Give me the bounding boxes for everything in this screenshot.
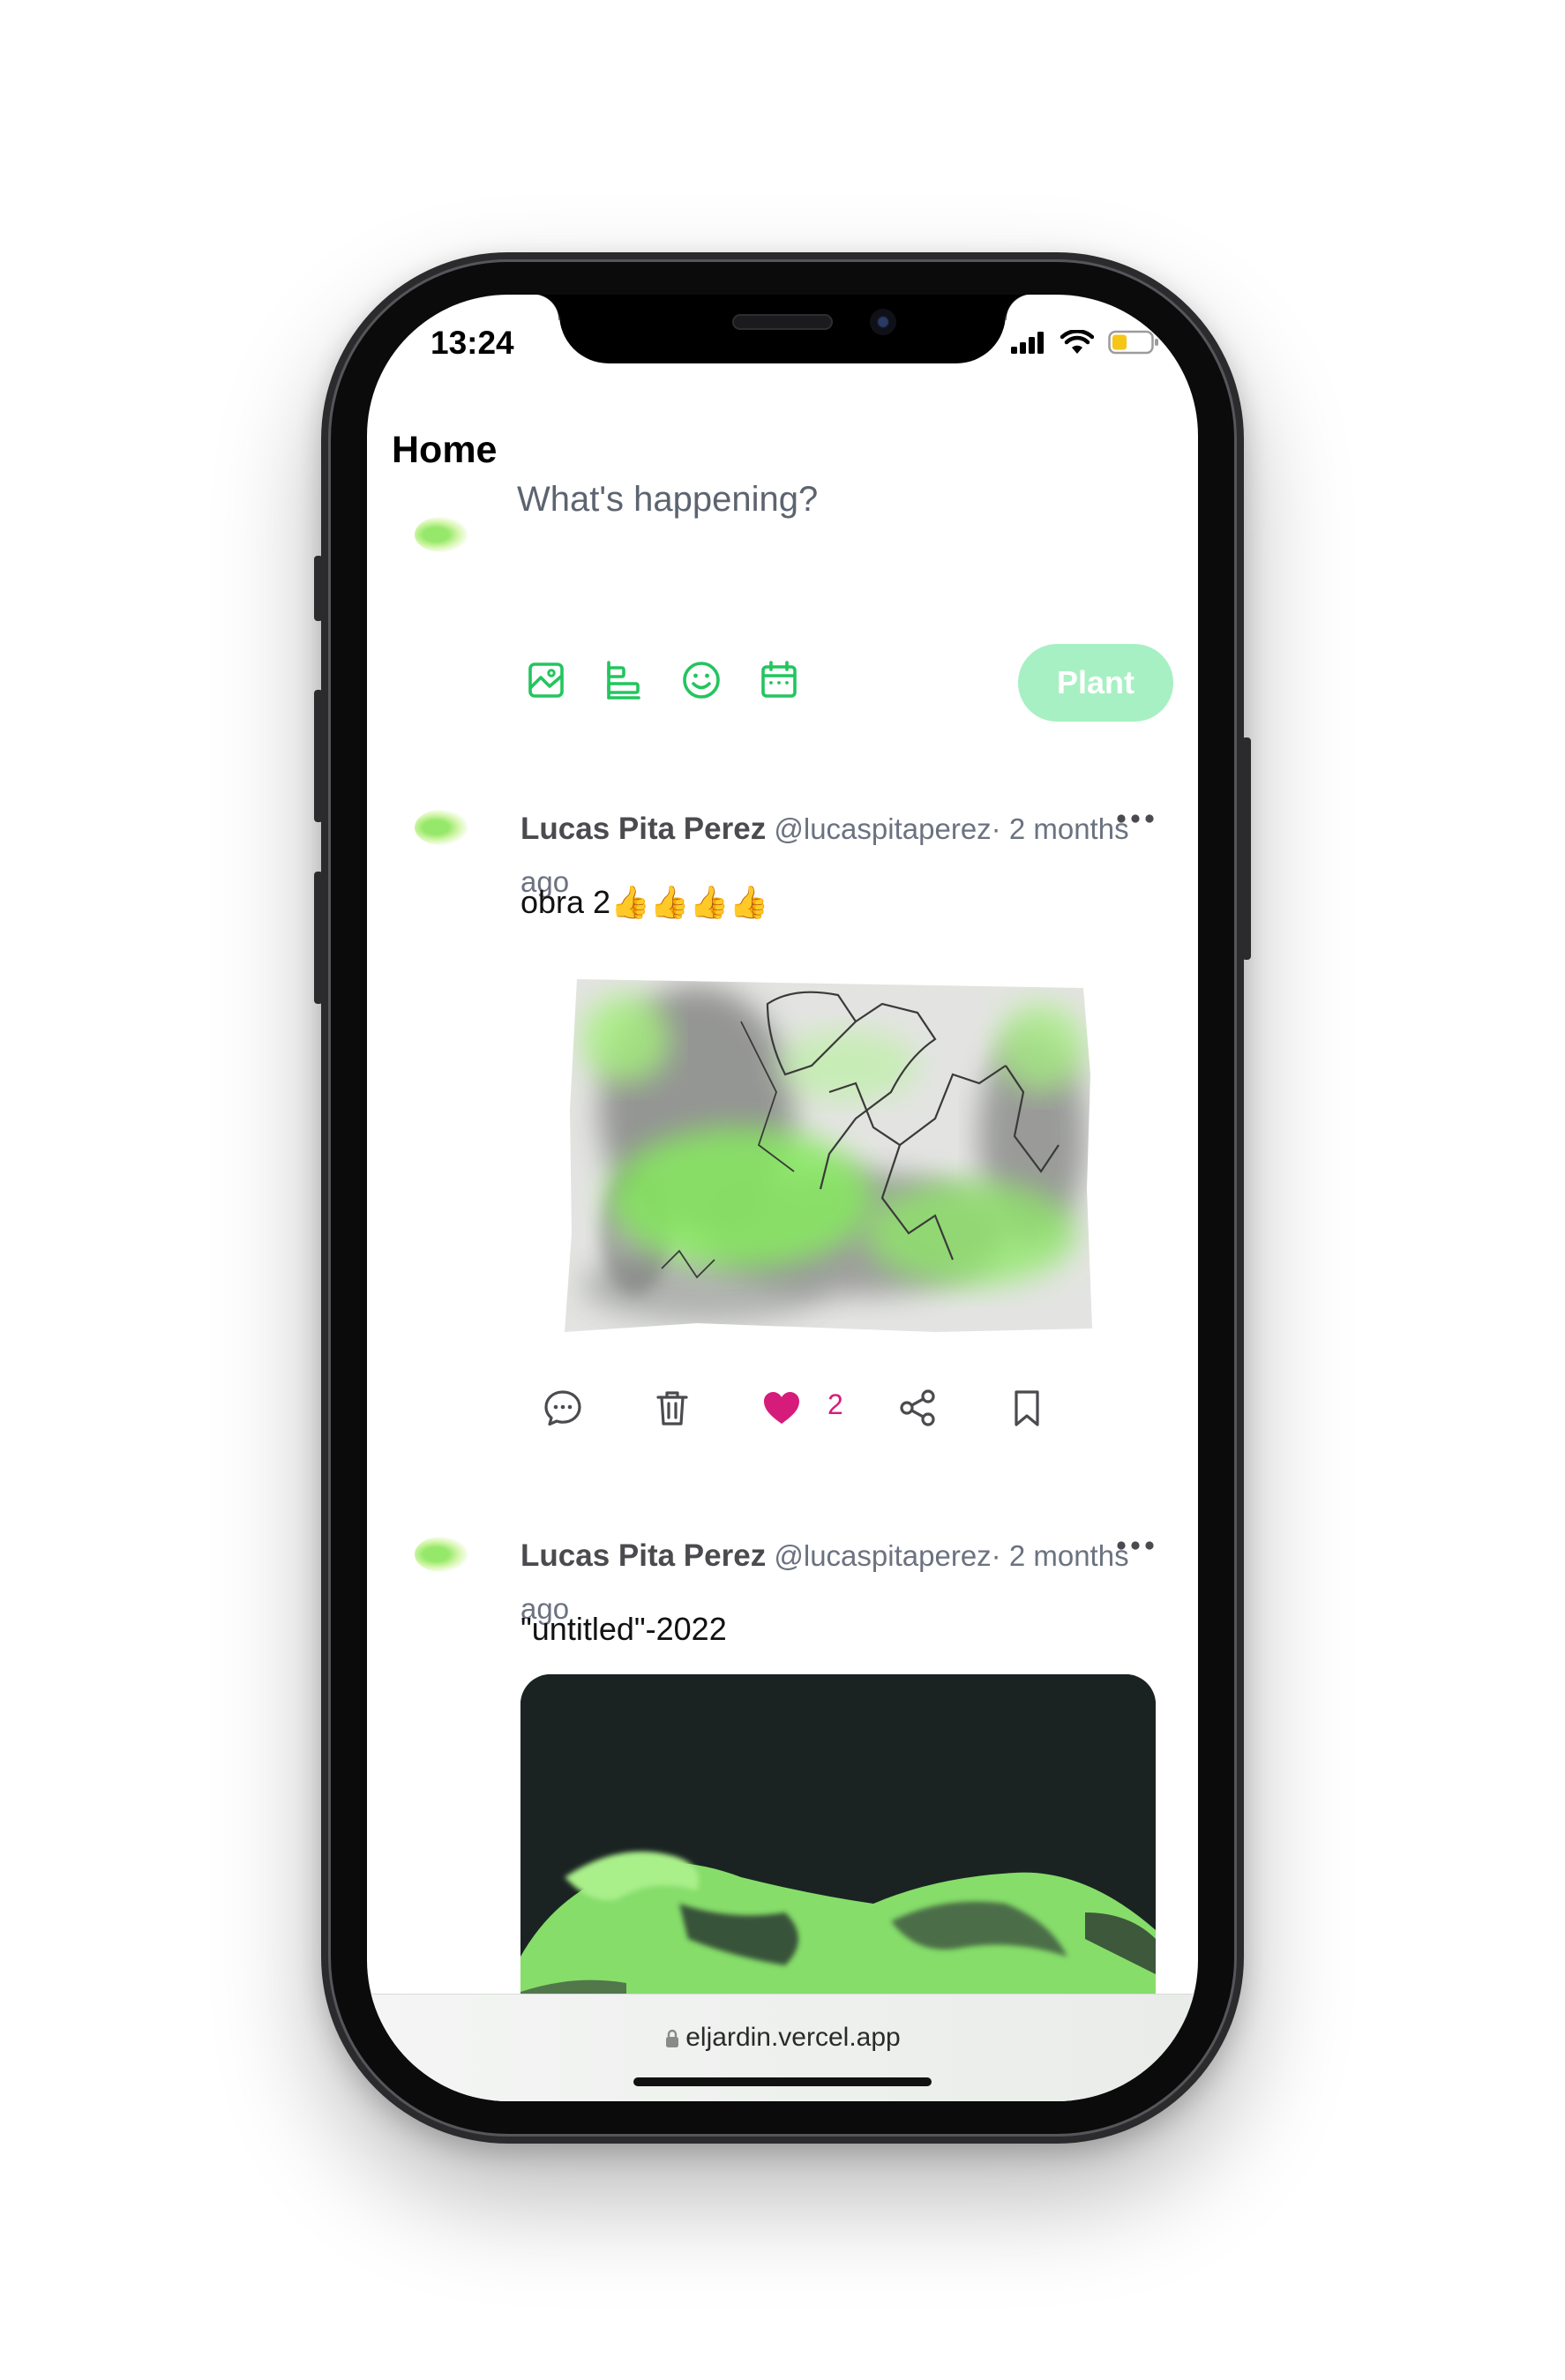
- post-image[interactable]: [565, 969, 1094, 1348]
- url-display[interactable]: eljardin.vercel.app: [367, 2023, 1198, 2053]
- calendar-icon[interactable]: [755, 656, 803, 704]
- home-indicator[interactable]: [633, 2077, 932, 2086]
- browser-url-bar[interactable]: eljardin.vercel.app: [367, 1994, 1198, 2101]
- post-image[interactable]: [520, 1674, 1156, 2027]
- avatar[interactable]: [415, 517, 468, 552]
- more-options-icon[interactable]: [1115, 1537, 1156, 1554]
- wifi-icon: [1060, 330, 1094, 354]
- bookmark-icon[interactable]: [1006, 1387, 1048, 1429]
- volume-up-button: [314, 690, 323, 822]
- power-button: [1242, 737, 1251, 960]
- image-icon[interactable]: [522, 656, 570, 704]
- compose-input[interactable]: What's happening?: [517, 480, 818, 520]
- author-name[interactable]: Lucas Pita Perez: [520, 1538, 766, 1573]
- post-image-artwork: [520, 1674, 1156, 2027]
- author-name[interactable]: Lucas Pita Perez: [520, 812, 766, 846]
- trash-icon[interactable]: [651, 1387, 693, 1429]
- plant-button[interactable]: Plant: [1018, 644, 1173, 722]
- author-handle[interactable]: @lucaspitaperez: [774, 1539, 991, 1572]
- battery-icon: [1108, 330, 1158, 355]
- phone-screen: 13:24 Home What's happening? Plant Lucas…: [367, 295, 1198, 2101]
- like-count: 2: [827, 1388, 843, 1420]
- post-text: obra 2👍👍👍👍: [520, 884, 769, 920]
- author-handle[interactable]: @lucaspitaperez: [774, 812, 991, 845]
- comment-icon[interactable]: [542, 1387, 584, 1429]
- url-text: eljardin.vercel.app: [685, 2023, 901, 2052]
- emoji-icon[interactable]: [678, 656, 725, 704]
- align-icon[interactable]: [600, 656, 648, 704]
- post-text: "untitled"-2022: [520, 1611, 727, 1647]
- heart-icon[interactable]: [760, 1387, 803, 1429]
- cellular-signal-icon: [1011, 332, 1044, 354]
- lock-icon: [666, 2029, 679, 2047]
- front-camera: [870, 309, 896, 335]
- earpiece-speaker: [732, 314, 833, 330]
- more-options-icon[interactable]: [1115, 810, 1156, 827]
- page-title: Home: [392, 429, 498, 471]
- volume-down-button: [314, 872, 323, 1004]
- status-time: 13:24: [431, 325, 514, 361]
- notch: [533, 295, 1032, 363]
- status-icons: [1011, 330, 1159, 355]
- avatar[interactable]: [415, 1537, 468, 1572]
- silent-switch: [314, 556, 323, 621]
- avatar[interactable]: [415, 810, 468, 845]
- share-icon[interactable]: [896, 1387, 939, 1429]
